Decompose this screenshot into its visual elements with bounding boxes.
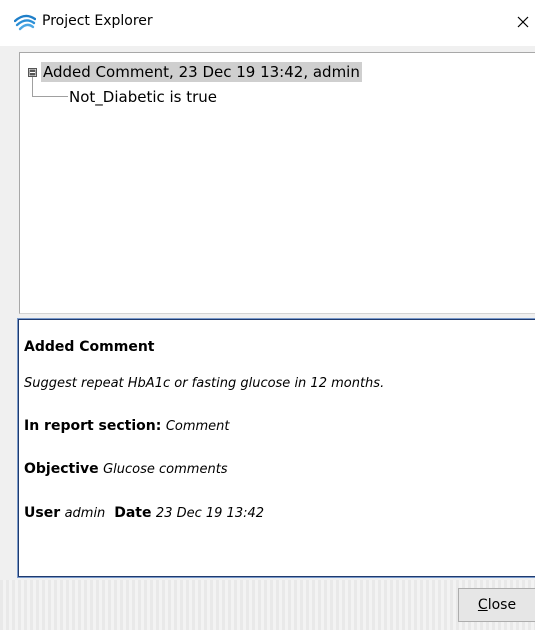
close-button-mnemonic: C	[477, 597, 488, 613]
report-section-value: Comment	[165, 419, 230, 434]
close-button-label: lose	[487, 597, 517, 613]
title-bar: Project Explorer	[0, 0, 535, 46]
user-label: User	[24, 505, 61, 521]
date-value: 23 Dec 19 13:42	[155, 506, 265, 521]
objective-value: Glucose comments	[103, 462, 228, 477]
detail-panel: Added Comment Suggest repeat HbA1c or fa…	[17, 318, 535, 578]
close-window-icon[interactable]	[511, 10, 535, 34]
objective-label: Objective	[24, 461, 99, 477]
date-label: Date	[114, 505, 152, 521]
button-bar: Close	[0, 580, 535, 630]
comment-text: Suggest repeat HbA1c or fasting glucose …	[24, 376, 385, 391]
project-explorer-window: Project Explorer Added Comment, 23 Dec 1…	[0, 0, 535, 630]
comment-text-line: Suggest repeat HbA1c or fasting glucose …	[24, 375, 384, 391]
tree-connector-lines	[32, 77, 68, 97]
objective-line: Objective Glucose comments	[24, 461, 228, 477]
tree-node-not-diabetic[interactable]: Not_Diabetic is true	[69, 87, 217, 107]
user-value: admin	[64, 506, 106, 521]
close-button[interactable]: Close	[458, 588, 535, 622]
app-logo-icon	[14, 14, 36, 31]
window-title: Project Explorer	[42, 13, 153, 29]
tree-node-added-comment[interactable]: Added Comment, 23 Dec 19 13:42, admin	[28, 61, 362, 83]
tree-node-label: Added Comment, 23 Dec 19 13:42, admin	[41, 62, 362, 82]
collapse-node-icon[interactable]	[28, 67, 37, 77]
report-section-line: In report section: Comment	[24, 418, 230, 434]
history-tree-view[interactable]: Added Comment, 23 Dec 19 13:42, admin No…	[19, 52, 535, 314]
report-section-label: In report section:	[24, 418, 162, 434]
detail-heading: Added Comment	[24, 339, 155, 355]
user-date-line: User admin Date 23 Dec 19 13:42	[24, 505, 264, 521]
